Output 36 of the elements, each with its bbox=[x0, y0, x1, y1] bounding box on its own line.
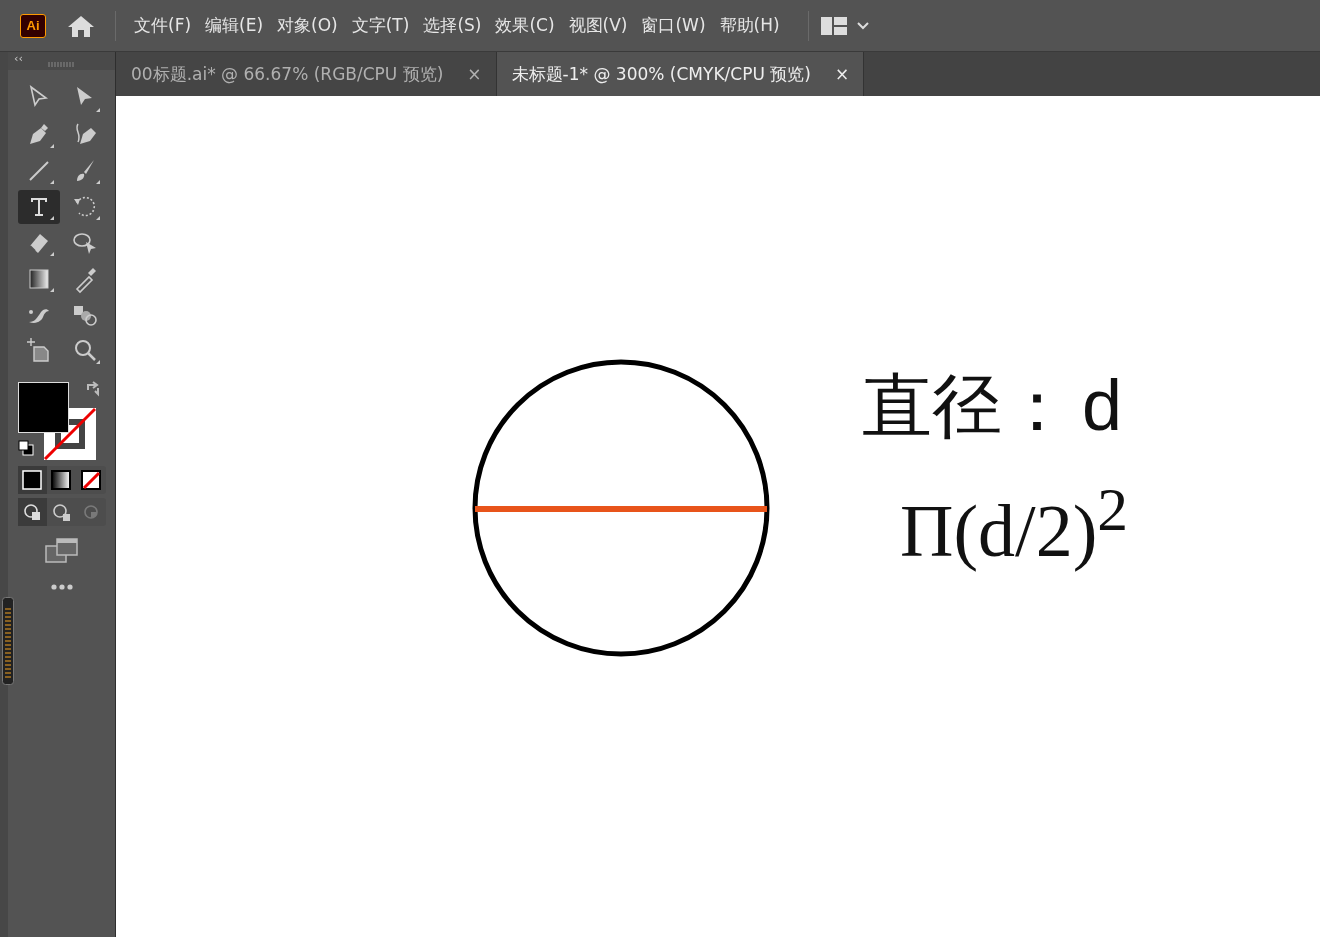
gradient-icon bbox=[50, 469, 73, 491]
home-icon[interactable] bbox=[67, 13, 95, 38]
more-icon[interactable] bbox=[50, 584, 73, 590]
menu-item[interactable]: 视图(V) bbox=[562, 14, 634, 37]
grip-icon[interactable] bbox=[47, 61, 76, 67]
close-button[interactable]: × bbox=[467, 64, 482, 84]
draw-behind-icon bbox=[51, 502, 72, 522]
app-logo[interactable]: Ai bbox=[20, 13, 46, 38]
close-button[interactable]: × bbox=[834, 64, 850, 84]
menu-item[interactable]: 效果(C) bbox=[489, 14, 561, 37]
diameter-value: d bbox=[1082, 364, 1123, 446]
area-formula: Π(d/2)$^{2}$ bbox=[900, 474, 1129, 574]
scroll-handle-icon[interactable] bbox=[2, 597, 14, 685]
draw-mode-button[interactable] bbox=[17, 498, 47, 526]
fill-swatch-icon bbox=[21, 469, 44, 491]
draw-normal-icon bbox=[22, 502, 43, 522]
workspace-layout-icon[interactable] bbox=[820, 16, 847, 35]
menu-item[interactable]: 窗口(W) bbox=[635, 14, 712, 37]
menu-item[interactable]: 文件(F) bbox=[128, 14, 198, 37]
menu-item[interactable]: 对象(O) bbox=[271, 14, 344, 37]
menu-item[interactable]: 选择(S) bbox=[417, 14, 488, 37]
collapse-button[interactable]: ‹‹ bbox=[14, 52, 23, 65]
tool-button[interactable] bbox=[17, 190, 60, 224]
tab-title: 未标题-1* @ 300% (CMYK/CPU 预览) bbox=[511, 62, 811, 86]
default-colors-icon[interactable] bbox=[17, 440, 34, 456]
fill-stroke-swatch-drawing[interactable] bbox=[17, 382, 96, 460]
none-swatch-icon bbox=[79, 469, 102, 491]
document-tab[interactable]: 未标题-1* @ 300% (CMYK/CPU 预览) × bbox=[496, 52, 865, 96]
menu-item[interactable]: 帮助(H) bbox=[713, 14, 786, 37]
caret-icon[interactable] bbox=[856, 21, 869, 30]
color-mode-button[interactable] bbox=[17, 466, 47, 494]
screen-mode-icon[interactable] bbox=[44, 538, 79, 564]
menu-item[interactable]: 编辑(E) bbox=[199, 14, 270, 37]
tab-title: 00标题.ai* @ 66.67% (RGB/CPU 预览) bbox=[131, 62, 444, 86]
diameter-label: 直径： bbox=[862, 364, 1072, 449]
menu-item[interactable]: 文字(T) bbox=[345, 14, 416, 37]
